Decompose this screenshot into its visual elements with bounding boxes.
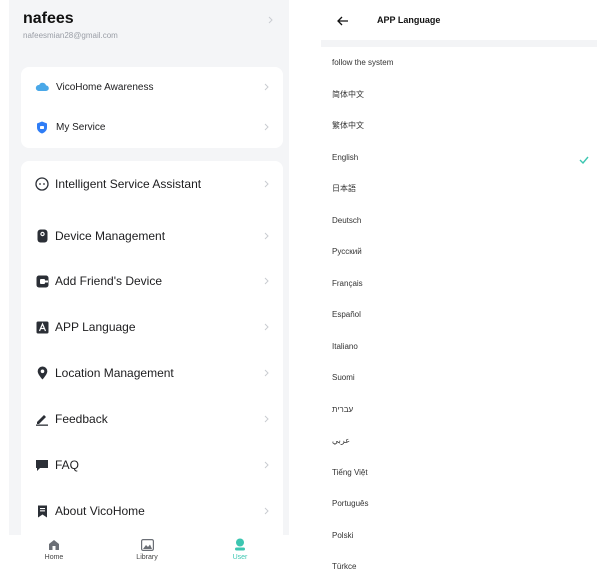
menu-item-label: Intelligent Service Assistant: [55, 177, 202, 191]
language-option[interactable]: عربي: [321, 425, 597, 457]
menu-item-add-friends-device[interactable]: Add Friend's Device: [21, 258, 283, 304]
chevron-right-icon: [264, 123, 269, 131]
language-option-label: 简体中文: [332, 89, 364, 99]
language-option-label: English: [332, 152, 359, 162]
language-option[interactable]: Русский: [321, 236, 597, 268]
menu-item-label: About VicoHome: [55, 504, 145, 518]
menu-item-label: Location Management: [55, 366, 174, 380]
tab-home[interactable]: Home: [29, 538, 79, 561]
language-option-label: Suomi: [332, 373, 355, 383]
services-card: VicoHome Awareness My Service: [21, 67, 283, 148]
language-option[interactable]: English: [321, 142, 597, 174]
user-icon: [234, 538, 247, 551]
assistant-icon: [35, 177, 49, 191]
language-option[interactable]: Tiếng Việt: [321, 457, 597, 489]
tab-label: Home: [44, 554, 64, 561]
menu-item-intelligent-service-assistant[interactable]: Intelligent Service Assistant: [21, 161, 283, 207]
chevron-right-icon: [264, 461, 269, 469]
home-icon: [48, 538, 61, 551]
chevron-right-icon: [264, 232, 269, 240]
menu-item-app-language[interactable]: APP Language: [21, 304, 283, 350]
menu-item-faq[interactable]: FAQ: [21, 442, 283, 488]
location-pin-icon: [35, 366, 49, 380]
menu-item-vicohome-awareness[interactable]: VicoHome Awareness: [21, 67, 283, 107]
shield-icon: [35, 120, 49, 134]
tab-user[interactable]: User: [215, 538, 265, 561]
menu-item-label: FAQ: [55, 458, 80, 472]
menu-item-label: APP Language: [55, 320, 136, 334]
menu-item-label: VicoHome Awareness: [56, 81, 154, 93]
page-header: APP Language: [321, 0, 597, 40]
menu-item-label: Add Friend's Device: [55, 274, 163, 288]
language-option-label: Português: [332, 499, 369, 509]
chevron-right-icon: [264, 83, 269, 91]
user-page: nafees nafeesmian28@gmail.com VicoHome A…: [9, 0, 289, 571]
language-option[interactable]: Italiano: [321, 331, 597, 363]
chevron-right-icon: [264, 323, 269, 331]
language-option-label: Italiano: [332, 341, 358, 351]
pencil-icon: [35, 412, 49, 426]
chevron-right-icon: [264, 369, 269, 377]
app-language-page: APP Language follow the system 简体中文繁体中文 En…: [321, 0, 597, 571]
bookmark-icon: [35, 504, 49, 518]
menu-item-feedback[interactable]: Feedback: [21, 396, 283, 442]
menu-item-location-management[interactable]: Location Management: [21, 350, 283, 396]
profile-header[interactable]: nafees nafeesmian28@gmail.com: [9, 0, 289, 54]
language-option[interactable]: עברית: [321, 394, 597, 426]
page-title: APP Language: [377, 15, 441, 25]
cloud-icon: [35, 80, 49, 94]
language-option-label: 日本語: [332, 184, 356, 194]
language-option-label: Русский: [332, 247, 362, 257]
language-option-label: Türkce: [332, 562, 357, 571]
language-option[interactable]: Português: [321, 488, 597, 520]
language-option[interactable]: follow the system: [321, 47, 597, 79]
language-option[interactable]: Suomi: [321, 362, 597, 394]
language-option[interactable]: 日本語: [321, 173, 597, 205]
language-option[interactable]: 繁体中文: [321, 110, 597, 142]
language-option-label: Español: [332, 310, 361, 320]
tab-label: User: [232, 554, 248, 561]
menu-item-my-service[interactable]: My Service: [21, 107, 283, 147]
camera-device-icon: [35, 229, 49, 243]
language-option-label: 繁体中文: [332, 121, 364, 131]
chevron-right-icon: [268, 16, 273, 24]
language-icon: [35, 320, 49, 334]
language-option[interactable]: Polski: [321, 520, 597, 552]
menu-item-device-management[interactable]: Device Management: [21, 213, 283, 259]
language-option-label: Français: [332, 278, 363, 288]
language-list: follow the system 简体中文繁体中文 English 日本語 Deuts…: [321, 47, 597, 571]
menu-item-label: Feedback: [55, 412, 108, 426]
back-arrow-icon[interactable]: [337, 13, 349, 31]
menu-item-label: My Service: [56, 121, 106, 133]
tab-label: Library: [136, 554, 158, 561]
language-option-label: عربي: [332, 436, 351, 446]
language-option[interactable]: 简体中文: [321, 79, 597, 111]
settings-card: Intelligent Service Assistant Device Man…: [21, 161, 283, 535]
chat-bubble-icon: [35, 458, 49, 472]
add-device-icon: [35, 274, 49, 288]
profile-name: nafees: [23, 10, 74, 27]
chevron-right-icon: [264, 277, 269, 285]
section-divider: [321, 40, 597, 47]
chevron-right-icon: [264, 180, 269, 188]
language-option-label: Polski: [332, 530, 354, 540]
language-option-label: Tiếng Việt: [332, 467, 368, 477]
language-option-label: Deutsch: [332, 215, 362, 225]
bottom-tab-bar: Home Library User: [9, 535, 289, 571]
menu-item-label: Device Management: [55, 229, 166, 243]
checkmark-icon: [579, 151, 589, 169]
image-icon: [140, 538, 154, 551]
chevron-right-icon: [264, 415, 269, 423]
language-option[interactable]: Français: [321, 268, 597, 300]
language-option[interactable]: Türkce: [321, 551, 597, 571]
menu-item-about-vicohome[interactable]: About VicoHome: [21, 488, 283, 534]
language-option-label: עברית: [332, 404, 354, 414]
profile-email: nafeesmian28@gmail.com: [23, 31, 118, 40]
chevron-right-icon: [264, 507, 269, 515]
language-option-label: follow the system: [332, 58, 394, 68]
language-option[interactable]: Deutsch: [321, 205, 597, 237]
language-option[interactable]: Español: [321, 299, 597, 331]
tab-library[interactable]: Library: [122, 538, 172, 561]
